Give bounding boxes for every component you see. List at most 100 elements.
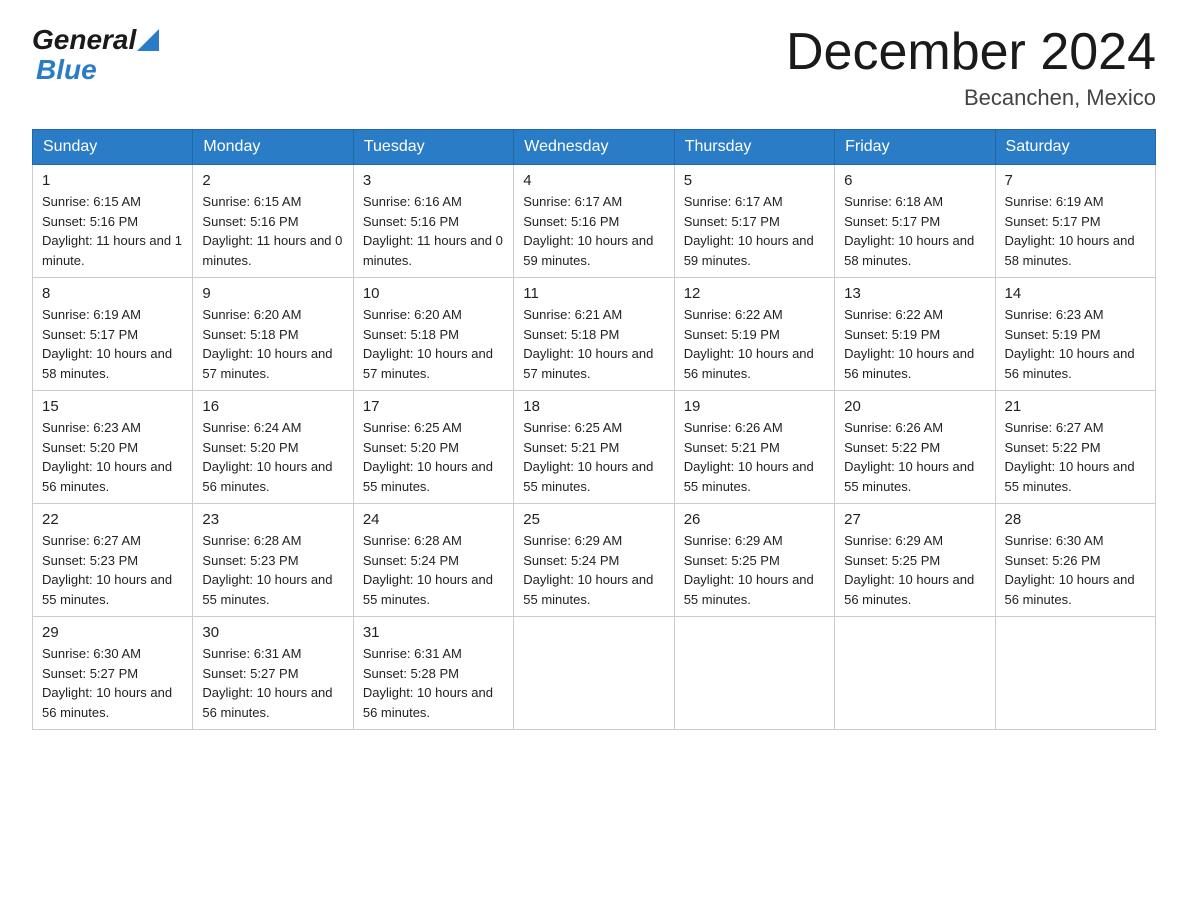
table-row: 22 Sunrise: 6:27 AM Sunset: 5:23 PM Dayl… [33, 504, 193, 617]
table-row: 25 Sunrise: 6:29 AM Sunset: 5:24 PM Dayl… [514, 504, 674, 617]
day-info: Sunrise: 6:16 AM Sunset: 5:16 PM Dayligh… [363, 192, 504, 270]
table-row: 20 Sunrise: 6:26 AM Sunset: 5:22 PM Dayl… [835, 391, 995, 504]
day-number: 10 [363, 285, 504, 302]
day-info: Sunrise: 6:18 AM Sunset: 5:17 PM Dayligh… [844, 192, 985, 270]
table-row [835, 617, 995, 730]
table-row: 13 Sunrise: 6:22 AM Sunset: 5:19 PM Dayl… [835, 278, 995, 391]
day-info: Sunrise: 6:29 AM Sunset: 5:25 PM Dayligh… [684, 531, 825, 609]
calendar-week-2: 8 Sunrise: 6:19 AM Sunset: 5:17 PM Dayli… [33, 278, 1156, 391]
header-friday: Friday [835, 130, 995, 165]
table-row: 9 Sunrise: 6:20 AM Sunset: 5:18 PM Dayli… [193, 278, 353, 391]
header-tuesday: Tuesday [353, 130, 513, 165]
header-thursday: Thursday [674, 130, 834, 165]
table-row: 1 Sunrise: 6:15 AM Sunset: 5:16 PM Dayli… [33, 165, 193, 278]
table-row: 30 Sunrise: 6:31 AM Sunset: 5:27 PM Dayl… [193, 617, 353, 730]
day-info: Sunrise: 6:20 AM Sunset: 5:18 PM Dayligh… [363, 305, 504, 383]
day-number: 6 [844, 172, 985, 189]
day-info: Sunrise: 6:27 AM Sunset: 5:23 PM Dayligh… [42, 531, 183, 609]
logo-general-text: General [32, 24, 136, 56]
calendar-subtitle: Becanchen, Mexico [786, 85, 1156, 111]
header-sunday: Sunday [33, 130, 193, 165]
calendar-header-row: Sunday Monday Tuesday Wednesday Thursday… [33, 130, 1156, 165]
day-number: 9 [202, 285, 343, 302]
table-row: 27 Sunrise: 6:29 AM Sunset: 5:25 PM Dayl… [835, 504, 995, 617]
day-info: Sunrise: 6:29 AM Sunset: 5:25 PM Dayligh… [844, 531, 985, 609]
day-info: Sunrise: 6:28 AM Sunset: 5:24 PM Dayligh… [363, 531, 504, 609]
day-info: Sunrise: 6:25 AM Sunset: 5:20 PM Dayligh… [363, 418, 504, 496]
day-info: Sunrise: 6:23 AM Sunset: 5:20 PM Dayligh… [42, 418, 183, 496]
day-number: 13 [844, 285, 985, 302]
day-number: 12 [684, 285, 825, 302]
table-row: 19 Sunrise: 6:26 AM Sunset: 5:21 PM Dayl… [674, 391, 834, 504]
day-number: 7 [1005, 172, 1146, 189]
day-number: 16 [202, 398, 343, 415]
day-info: Sunrise: 6:15 AM Sunset: 5:16 PM Dayligh… [202, 192, 343, 270]
day-info: Sunrise: 6:30 AM Sunset: 5:27 PM Dayligh… [42, 644, 183, 722]
calendar-title: December 2024 [786, 24, 1156, 81]
day-number: 27 [844, 511, 985, 528]
calendar-week-1: 1 Sunrise: 6:15 AM Sunset: 5:16 PM Dayli… [33, 165, 1156, 278]
day-number: 29 [42, 624, 183, 641]
table-row: 14 Sunrise: 6:23 AM Sunset: 5:19 PM Dayl… [995, 278, 1155, 391]
day-number: 31 [363, 624, 504, 641]
table-row [674, 617, 834, 730]
header-saturday: Saturday [995, 130, 1155, 165]
day-number: 18 [523, 398, 664, 415]
table-row: 23 Sunrise: 6:28 AM Sunset: 5:23 PM Dayl… [193, 504, 353, 617]
table-row: 29 Sunrise: 6:30 AM Sunset: 5:27 PM Dayl… [33, 617, 193, 730]
title-block: December 2024 Becanchen, Mexico [786, 24, 1156, 111]
day-number: 4 [523, 172, 664, 189]
day-number: 15 [42, 398, 183, 415]
day-info: Sunrise: 6:30 AM Sunset: 5:26 PM Dayligh… [1005, 531, 1146, 609]
day-info: Sunrise: 6:26 AM Sunset: 5:22 PM Dayligh… [844, 418, 985, 496]
day-number: 1 [42, 172, 183, 189]
day-info: Sunrise: 6:19 AM Sunset: 5:17 PM Dayligh… [42, 305, 183, 383]
day-info: Sunrise: 6:22 AM Sunset: 5:19 PM Dayligh… [844, 305, 985, 383]
day-number: 22 [42, 511, 183, 528]
day-info: Sunrise: 6:31 AM Sunset: 5:28 PM Dayligh… [363, 644, 504, 722]
day-number: 30 [202, 624, 343, 641]
day-info: Sunrise: 6:22 AM Sunset: 5:19 PM Dayligh… [684, 305, 825, 383]
table-row: 7 Sunrise: 6:19 AM Sunset: 5:17 PM Dayli… [995, 165, 1155, 278]
day-info: Sunrise: 6:29 AM Sunset: 5:24 PM Dayligh… [523, 531, 664, 609]
day-info: Sunrise: 6:17 AM Sunset: 5:17 PM Dayligh… [684, 192, 825, 270]
table-row: 3 Sunrise: 6:16 AM Sunset: 5:16 PM Dayli… [353, 165, 513, 278]
day-number: 21 [1005, 398, 1146, 415]
day-info: Sunrise: 6:20 AM Sunset: 5:18 PM Dayligh… [202, 305, 343, 383]
table-row: 5 Sunrise: 6:17 AM Sunset: 5:17 PM Dayli… [674, 165, 834, 278]
day-number: 14 [1005, 285, 1146, 302]
calendar-week-4: 22 Sunrise: 6:27 AM Sunset: 5:23 PM Dayl… [33, 504, 1156, 617]
day-info: Sunrise: 6:15 AM Sunset: 5:16 PM Dayligh… [42, 192, 183, 270]
table-row: 6 Sunrise: 6:18 AM Sunset: 5:17 PM Dayli… [835, 165, 995, 278]
table-row: 18 Sunrise: 6:25 AM Sunset: 5:21 PM Dayl… [514, 391, 674, 504]
table-row: 24 Sunrise: 6:28 AM Sunset: 5:24 PM Dayl… [353, 504, 513, 617]
table-row: 26 Sunrise: 6:29 AM Sunset: 5:25 PM Dayl… [674, 504, 834, 617]
day-number: 5 [684, 172, 825, 189]
table-row: 17 Sunrise: 6:25 AM Sunset: 5:20 PM Dayl… [353, 391, 513, 504]
day-number: 2 [202, 172, 343, 189]
day-info: Sunrise: 6:19 AM Sunset: 5:17 PM Dayligh… [1005, 192, 1146, 270]
day-info: Sunrise: 6:21 AM Sunset: 5:18 PM Dayligh… [523, 305, 664, 383]
table-row: 11 Sunrise: 6:21 AM Sunset: 5:18 PM Dayl… [514, 278, 674, 391]
table-row [514, 617, 674, 730]
table-row: 4 Sunrise: 6:17 AM Sunset: 5:16 PM Dayli… [514, 165, 674, 278]
day-number: 28 [1005, 511, 1146, 528]
page-header: General Blue December 2024 Becanchen, Me… [32, 24, 1156, 111]
day-number: 23 [202, 511, 343, 528]
day-number: 17 [363, 398, 504, 415]
day-number: 19 [684, 398, 825, 415]
day-info: Sunrise: 6:27 AM Sunset: 5:22 PM Dayligh… [1005, 418, 1146, 496]
calendar-week-3: 15 Sunrise: 6:23 AM Sunset: 5:20 PM Dayl… [33, 391, 1156, 504]
logo-triangle-icon [137, 29, 159, 51]
header-wednesday: Wednesday [514, 130, 674, 165]
day-number: 25 [523, 511, 664, 528]
table-row: 8 Sunrise: 6:19 AM Sunset: 5:17 PM Dayli… [33, 278, 193, 391]
day-info: Sunrise: 6:17 AM Sunset: 5:16 PM Dayligh… [523, 192, 664, 270]
day-number: 26 [684, 511, 825, 528]
table-row: 21 Sunrise: 6:27 AM Sunset: 5:22 PM Dayl… [995, 391, 1155, 504]
logo-blue-text: Blue [36, 54, 97, 85]
day-number: 3 [363, 172, 504, 189]
table-row: 10 Sunrise: 6:20 AM Sunset: 5:18 PM Dayl… [353, 278, 513, 391]
day-info: Sunrise: 6:23 AM Sunset: 5:19 PM Dayligh… [1005, 305, 1146, 383]
day-info: Sunrise: 6:25 AM Sunset: 5:21 PM Dayligh… [523, 418, 664, 496]
